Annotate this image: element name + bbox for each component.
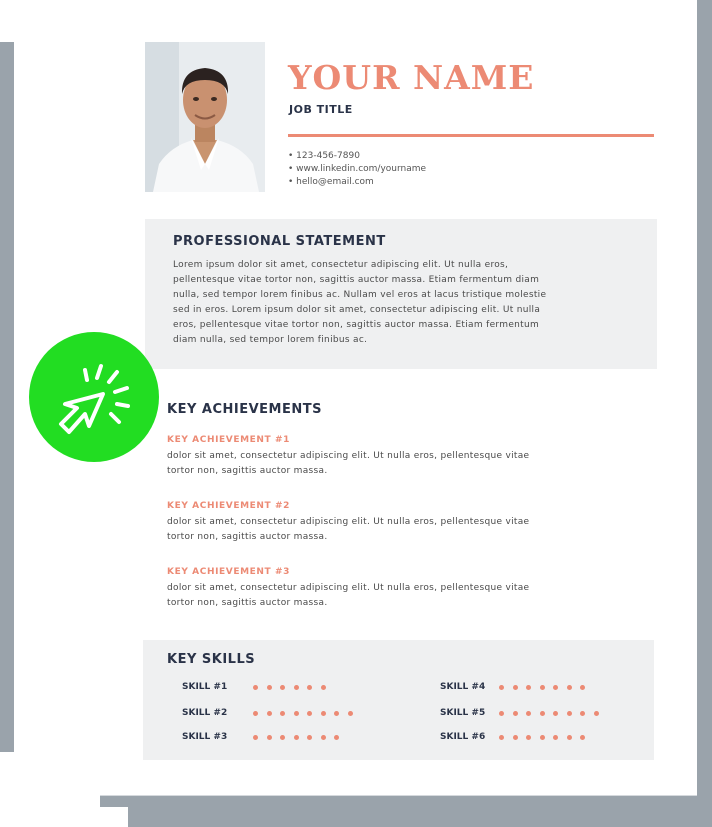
- page-shadow-bottom: [100, 795, 712, 807]
- achievement-title: KEY ACHIEVEMENT #2: [167, 501, 290, 511]
- skill-dot: [566, 685, 572, 690]
- achievement-title: KEY ACHIEVEMENT #1: [167, 435, 290, 445]
- statement-line: nulla, sed tempor lorem finibus ac. Null…: [173, 290, 547, 300]
- skill-dot: [499, 685, 504, 690]
- skill-dot: [580, 711, 585, 716]
- skill-label: SKILL #1: [182, 682, 228, 692]
- skill-dot: [580, 735, 585, 740]
- skill-dot: [334, 711, 339, 716]
- skill-dot: [253, 735, 258, 740]
- statement-text: Lorem ipsum dolor sit amet, consectetur …: [173, 258, 643, 348]
- skill-label: SKILL #3: [182, 732, 228, 742]
- statement-line: Lorem ipsum dolor sit amet, consectetur …: [173, 260, 509, 270]
- statement-line: eros, pellentesque vitae tortor non, sag…: [173, 320, 540, 330]
- skill-dot: [580, 685, 585, 690]
- skill-label: SKILL #5: [440, 708, 486, 718]
- statement-line: diam nulla, sed tempor lorem finibus ac.: [173, 335, 368, 345]
- page-shadow-bottom-offset: [128, 807, 712, 827]
- skill-dot: [566, 711, 572, 716]
- skill-dot: [553, 735, 558, 740]
- skill-dot: [593, 711, 599, 716]
- page-shadow-right: [697, 0, 712, 807]
- contact-linkedin: • www.linkedin.com/yourname: [288, 164, 427, 174]
- skill-dot: [266, 735, 272, 740]
- statement-line: pellentesque vitae tortor non, sagittis …: [173, 275, 540, 285]
- achievement-line: dolor sit amet, consectetur adipiscing e…: [167, 517, 530, 527]
- skill-dot: [347, 711, 353, 716]
- skill-dot: [512, 685, 518, 690]
- achievement-title: KEY ACHIEVEMENT #3: [167, 567, 290, 577]
- skill-dot: [539, 735, 545, 740]
- skill-dot: [320, 685, 326, 690]
- skill-dot: [526, 711, 531, 716]
- skill-dot: [539, 711, 545, 716]
- contact-phone: • 123-456-7890: [288, 151, 360, 161]
- skill-dot: [293, 685, 299, 690]
- skills-heading: KEY SKILLS: [167, 652, 256, 667]
- achievement-line: dolor sit amet, consectetur adipiscing e…: [167, 583, 530, 593]
- job-title: JOB TITLE: [289, 103, 353, 116]
- skill-dot: [280, 685, 285, 690]
- person-portrait-icon: [145, 42, 265, 192]
- achievement-line: tortor non, sagittis auctor massa.: [167, 466, 328, 476]
- skill-label: SKILL #4: [440, 682, 486, 692]
- achievements-heading: KEY ACHIEVEMENTS: [167, 402, 322, 417]
- achievement-text: dolor sit amet, consectetur adipiscing e…: [167, 449, 637, 479]
- skill-dot: [307, 735, 312, 740]
- skill-dot: [499, 711, 504, 716]
- header-divider: [288, 134, 654, 137]
- skill-dot: [266, 685, 272, 690]
- cursor-click-badge[interactable]: [29, 332, 159, 462]
- skill-dot: [553, 685, 558, 690]
- cursor-click-icon: [59, 364, 130, 434]
- skill-dot: [280, 711, 285, 716]
- page-shadow-left: [0, 42, 14, 752]
- skill-dot: [512, 711, 518, 716]
- profile-photo: [145, 42, 265, 192]
- skill-dot: [320, 711, 326, 716]
- skill-dot: [499, 735, 504, 740]
- statement-heading: PROFESSIONAL STATEMENT: [173, 234, 386, 249]
- statement-line: sed in eros. Lorem ipsum dolor sit amet,…: [173, 305, 541, 315]
- skill-label: SKILL #2: [182, 708, 228, 718]
- skill-dot: [526, 685, 531, 690]
- skill-dot: [253, 711, 258, 716]
- contact-email: • hello@email.com: [288, 177, 374, 187]
- skill-dot: [320, 735, 326, 740]
- skill-dot: [526, 735, 531, 740]
- skill-dot: [553, 711, 558, 716]
- skill-dot: [334, 735, 339, 740]
- skill-dot: [307, 685, 312, 690]
- skill-dot: [566, 735, 572, 740]
- resume-name: YOUR NAME: [288, 58, 535, 97]
- contact-list: • 123-456-7890 • www.linkedin.com/yourna…: [288, 150, 426, 189]
- skill-dot: [307, 711, 312, 716]
- skill-dot: [539, 685, 545, 690]
- skill-dot: [512, 735, 518, 740]
- achievement-line: tortor non, sagittis auctor massa.: [167, 598, 328, 608]
- skill-dot: [280, 735, 285, 740]
- achievement-text: dolor sit amet, consectetur adipiscing e…: [167, 515, 637, 545]
- achievement-line: dolor sit amet, consectetur adipiscing e…: [167, 451, 530, 461]
- skill-dot: [266, 711, 272, 716]
- achievement-line: tortor non, sagittis auctor massa.: [167, 532, 328, 542]
- skill-dot: [293, 735, 299, 740]
- skill-dot: [293, 711, 299, 716]
- achievement-text: dolor sit amet, consectetur adipiscing e…: [167, 581, 637, 611]
- skill-label: SKILL #6: [440, 732, 486, 742]
- skill-dot: [253, 685, 258, 690]
